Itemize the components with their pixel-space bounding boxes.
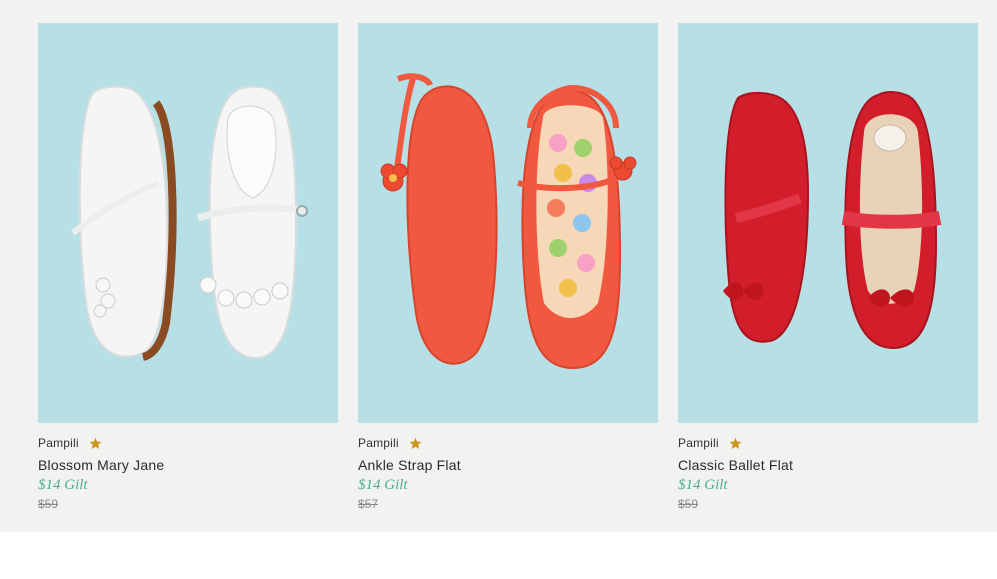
product-card[interactable]: Pampili Blossom Mary Jane $14 Gilt $59 (38, 23, 338, 511)
sale-price: $14 Gilt (358, 477, 408, 493)
product-brand[interactable]: Pampili (358, 436, 399, 450)
product-grid: Pampili Blossom Mary Jane $14 Gilt $59 P… (0, 0, 997, 532)
product-image[interactable] (678, 23, 978, 423)
red-ballet-flat-shoes-image (723, 91, 942, 350)
product-name[interactable]: Classic Ballet Flat (678, 457, 978, 473)
product-brand[interactable]: Pampili (678, 436, 719, 450)
product-card[interactable]: Pampili Classic Ballet Flat $14 Gilt $59 (678, 23, 978, 511)
white-mary-jane-shoes-image (71, 85, 308, 361)
product-brand[interactable]: Pampili (38, 436, 79, 450)
product-name[interactable]: Blossom Mary Jane (38, 457, 338, 473)
original-price: $59 (678, 497, 699, 511)
product-card[interactable]: Pampili Ankle Strap Flat $14 Gilt $57 (358, 23, 658, 511)
favorite-star-icon[interactable] (409, 437, 422, 450)
original-price: $57 (358, 497, 379, 511)
product-image[interactable] (38, 23, 338, 423)
product-name[interactable]: Ankle Strap Flat (358, 457, 658, 473)
product-image[interactable] (358, 23, 658, 423)
sale-price: $14 Gilt (678, 477, 728, 493)
sale-price: $14 Gilt (38, 477, 88, 493)
favorite-star-icon[interactable] (89, 437, 102, 450)
favorite-star-icon[interactable] (729, 437, 742, 450)
original-price: $59 (38, 497, 59, 511)
coral-ankle-strap-shoes-image (380, 73, 637, 370)
